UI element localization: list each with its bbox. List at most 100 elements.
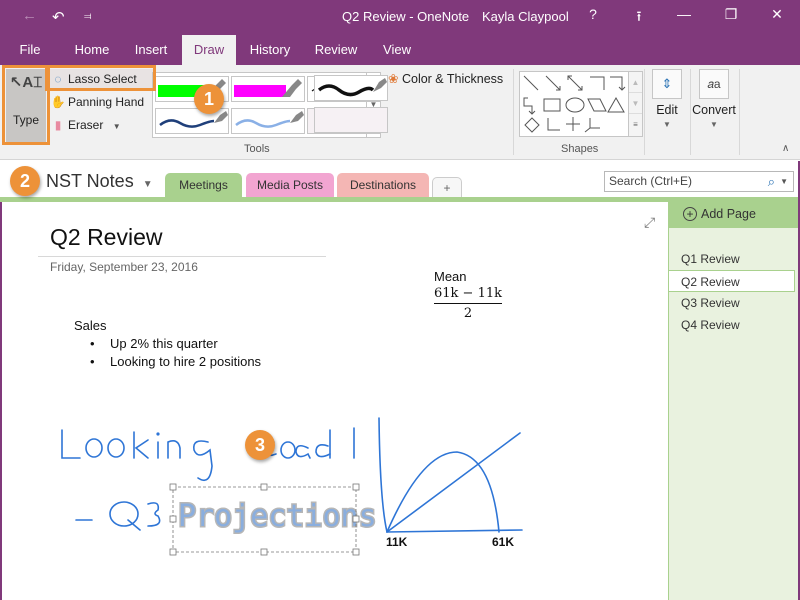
help-icon[interactable]: ? (583, 6, 603, 22)
search-input[interactable]: Search (Ctrl+E) ⌕ ▼ (604, 171, 794, 192)
page-item-q2-review[interactable]: Q2 Review (669, 270, 795, 292)
pen-highlighter-magenta[interactable] (231, 76, 305, 102)
graph-label-11k: 11K (386, 535, 408, 549)
color-thickness-button[interactable]: ❀ Color & Thickness (388, 71, 503, 86)
collapse-ribbon-icon[interactable]: ∧ (782, 143, 789, 154)
tab-file[interactable]: File (12, 35, 48, 65)
ink-projections[interactable]: Projections (177, 498, 379, 536)
resize-handle[interactable] (169, 548, 177, 556)
tab-review[interactable]: Review (310, 35, 362, 65)
undo-icon[interactable]: ↶ (52, 8, 65, 26)
ink-graph[interactable] (378, 417, 523, 533)
resize-handle[interactable] (169, 483, 177, 491)
user-name[interactable]: Kayla Claypool (482, 9, 569, 24)
edit-dropdown-icon: ▼ (663, 120, 671, 129)
add-page-button[interactable]: + Add Page (669, 202, 800, 228)
ink-ahead[interactable] (263, 427, 355, 459)
ink-layer: Projections 11K 61K (61, 417, 523, 556)
convert-button[interactable]: 𝑎a Convert ▼ (692, 69, 736, 129)
tab-view[interactable]: View (376, 35, 418, 65)
tab-history[interactable]: History (244, 35, 296, 65)
shapes-more-icon[interactable]: ≡ (629, 114, 642, 135)
minimize-icon[interactable]: — (674, 6, 694, 22)
resize-handle[interactable] (260, 483, 268, 491)
resize-handle[interactable] (352, 483, 360, 491)
page-item-q3-review[interactable]: Q3 Review (669, 292, 795, 314)
shapes-down-icon[interactable]: ▼ (629, 93, 642, 114)
shapes-gallery: ▲ ▼ ≡ (519, 71, 643, 137)
page-item-q1-review[interactable]: Q1 Review (669, 248, 795, 270)
notebook-selector[interactable]: NST Notes ▼ (46, 171, 153, 192)
eraser-label: Eraser (68, 118, 104, 132)
resize-handle[interactable] (260, 548, 268, 556)
restore-icon[interactable]: ❐ (721, 6, 741, 23)
shape-rectangle (543, 98, 561, 112)
shapes-up-icon[interactable]: ▲ (629, 72, 642, 93)
highlight-type-button (2, 65, 50, 145)
search-placeholder: Search (Ctrl+E) (609, 174, 693, 188)
ink-projections-selection[interactable]: Projections (169, 483, 379, 556)
pages-panel: + Add Page Q1 Review Q2 Review Q3 Review … (668, 202, 800, 600)
graph-label-61k: 61K (492, 535, 514, 549)
palette-icon: ❀ (388, 72, 399, 86)
shape-axes-2d (547, 118, 560, 131)
customize-qat-icon[interactable]: ⫤ (84, 11, 92, 22)
section-tab-meetings[interactable]: Meetings (165, 173, 242, 197)
back-icon[interactable]: ← (22, 7, 37, 24)
shape-arrow (545, 75, 561, 91)
highlight-lasso-select (45, 65, 156, 91)
section-tab-destinations[interactable]: Destinations (337, 173, 429, 197)
eraser-button[interactable]: ▮ Eraser ▼ (50, 115, 121, 135)
tab-draw[interactable]: Draw (182, 35, 236, 65)
shapes-group-label: Shapes (561, 143, 599, 155)
ink-looking[interactable] (61, 429, 213, 482)
page-item-q4-review[interactable]: Q4 Review (669, 314, 795, 336)
ink-q3[interactable] (75, 501, 161, 531)
divider (644, 69, 645, 155)
divider (513, 69, 514, 155)
shapes-grid[interactable] (520, 72, 628, 136)
tab-insert[interactable]: Insert (128, 35, 174, 65)
shape-ellipse (565, 97, 585, 113)
divider (739, 69, 740, 155)
shape-elbow (590, 76, 605, 90)
section-tab-media-posts[interactable]: Media Posts (246, 173, 334, 197)
shape-elbow-double (523, 97, 533, 114)
pen-black-thick[interactable] (314, 75, 388, 101)
shapes-scroll[interactable]: ▲ ▼ ≡ (628, 72, 642, 136)
callout-2: 2 (10, 166, 40, 196)
shape-triangle (607, 96, 625, 113)
tab-home[interactable]: Home (66, 35, 118, 65)
shape-diamond (524, 117, 540, 133)
edit-label: Edit (656, 103, 678, 117)
close-icon[interactable]: ✕ (767, 6, 787, 23)
pen-dark-blue[interactable] (155, 108, 229, 134)
pen-light-blue[interactable] (231, 108, 305, 134)
shape-parallelogram (587, 98, 607, 112)
panning-label: Panning Hand (68, 95, 145, 109)
search-icon[interactable]: ⌕ (768, 172, 775, 191)
resize-handle[interactable] (352, 515, 360, 523)
add-section-button[interactable]: + (432, 177, 462, 197)
add-circle-icon: + (683, 207, 697, 221)
ribbon-tabs: File Home Insert Draw History Review Vie… (0, 35, 800, 65)
notebook-name: NST Notes (46, 171, 134, 191)
resize-handle[interactable] (352, 548, 360, 556)
ribbon-display-icon[interactable]: ⭱ (629, 6, 649, 30)
convert-label: Convert (692, 103, 736, 117)
shape-double-arrow (567, 75, 583, 91)
chevron-down-icon: ▼ (142, 179, 153, 190)
panning-hand-button[interactable]: ✋ Panning Hand (50, 92, 145, 112)
ink-to-text-icon: 𝑎a (699, 69, 729, 99)
page-canvas[interactable]: ⤢ Q2 Review Friday, September 23, 2016 S… (0, 202, 668, 600)
tools-group-label: Tools (244, 143, 270, 155)
color-thickness-label: Color & Thickness (401, 72, 504, 86)
eraser-dropdown-icon[interactable]: ▼ (113, 122, 121, 131)
eraser-icon: ▮ (54, 118, 62, 132)
pen-empty-slot[interactable] (314, 107, 388, 133)
edit-button[interactable]: ⇕ Edit ▼ (648, 69, 686, 129)
window-title: Q2 Review - OneNote (342, 9, 470, 24)
search-scope-dropdown-icon[interactable]: ▼ (780, 172, 788, 191)
callout-3: 3 (245, 430, 275, 460)
resize-handle[interactable] (169, 515, 177, 523)
